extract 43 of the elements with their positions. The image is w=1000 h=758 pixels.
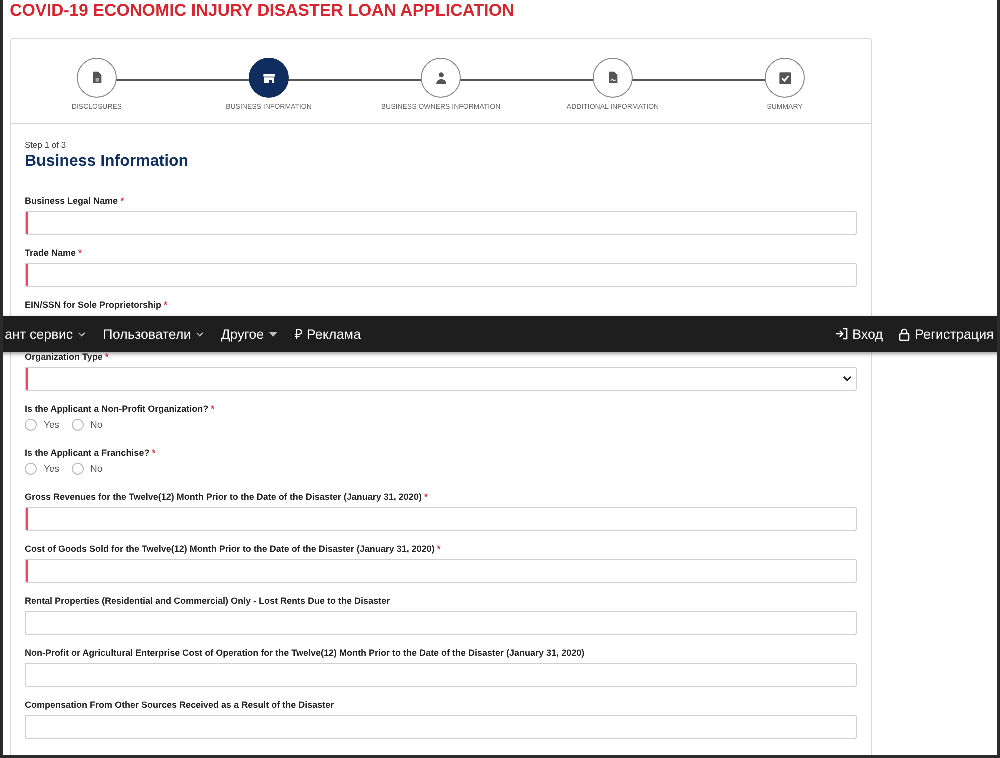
field-label: Cost of Goods Sold for the Twelve(12) Month Prior to the Date of the Disaster (January 31, 2020) * [25, 544, 442, 555]
text-input[interactable] [25, 611, 857, 635]
step-circle-icon[interactable] [421, 58, 461, 98]
chevron-down-icon [78, 332, 86, 336]
text-input[interactable] [25, 559, 857, 583]
lock-icon [899, 328, 910, 340]
field-label: Business Legal Name * [25, 196, 126, 207]
chevron-down-icon [196, 332, 204, 336]
radio-option[interactable]: No [72, 419, 103, 431]
step-circle-icon[interactable] [593, 58, 633, 98]
field-label: Is the Applicant a Franchise? * [25, 448, 157, 459]
select-dropdown[interactable] [25, 367, 857, 391]
field-label: Organization Type * [25, 352, 110, 363]
nav-link[interactable]: Пользователи [103, 326, 204, 342]
text-input[interactable] [25, 263, 857, 287]
nav-link[interactable]: ант сервис [5, 326, 86, 342]
page-title: COVID-19 ECONOMIC INJURY DISASTER LOAN APPLICATION [9, 0, 516, 22]
field-label: Trade Name * [25, 248, 84, 259]
field-label: Non-Profit or Agricultural Enterprise Cost of Operation for the Twelve(12) Month Prior to the Date of the Disaster (January 31, 2020) [25, 648, 586, 659]
sign-in-icon [834, 328, 848, 340]
caret-down-icon [269, 332, 278, 336]
section-title: Business Information [25, 152, 190, 172]
field-label: EIN/SSN for Sole Proprietorship * [25, 300, 169, 311]
radio-option[interactable]: Yes [25, 419, 60, 431]
step-circle-icon[interactable] [765, 58, 805, 98]
step-circle-icon[interactable] [77, 58, 117, 98]
step-circle-icon[interactable] [249, 58, 289, 98]
text-input[interactable] [25, 663, 857, 687]
field-label: Is the Applicant a Non-Profit Organization? * [25, 404, 216, 415]
text-input[interactable] [25, 507, 857, 531]
field-label: Compensation From Other Sources Received as a Result of the Disaster [25, 700, 336, 711]
text-input[interactable] [25, 211, 857, 235]
radio-option[interactable]: Yes [25, 463, 60, 475]
radio-option[interactable]: No [72, 463, 103, 475]
nav-link[interactable]: Другое [221, 326, 278, 342]
step-counter: Step 1 of 3 [25, 140, 68, 150]
field-label: Gross Revenues for the Twelve(12) Month Prior to the Date of the Disaster (January 31, 2020) * [25, 492, 429, 503]
chevron-down-icon [843, 376, 852, 382]
nav-link[interactable]: ₽ Реклама [295, 325, 362, 343]
text-input[interactable] [25, 715, 857, 739]
nav-link[interactable]: Регистрация [899, 326, 994, 342]
field-label: Rental Properties (Residential and Commercial) Only - Lost Rents Due to the Disaster [25, 596, 392, 607]
nav-link[interactable]: Вход [834, 326, 884, 342]
